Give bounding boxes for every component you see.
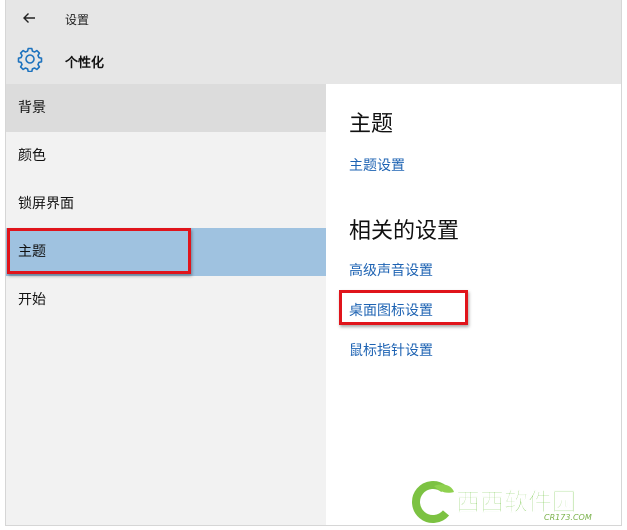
sidebar-item-label: 锁屏界面 — [18, 196, 74, 212]
watermark-text: 西西软件园 — [456, 488, 576, 516]
settings-window: 设置 个性化 背景 颜色 锁屏界面 主题 开始 主题 主题设置 相关的设置 高级… — [5, 0, 622, 526]
sidebar-item-background[interactable]: 背景 — [6, 84, 326, 132]
back-button[interactable] — [16, 6, 46, 30]
theme-settings-link[interactable]: 主题设置 — [349, 155, 405, 175]
sidebar-item-start[interactable]: 开始 — [6, 276, 326, 324]
sidebar-item-lock-screen[interactable]: 锁屏界面 — [6, 180, 326, 228]
mouse-pointer-settings-link[interactable]: 鼠标指针设置 — [349, 340, 433, 360]
sidebar: 背景 颜色 锁屏界面 主题 开始 — [6, 84, 326, 525]
sidebar-item-label: 颜色 — [18, 148, 46, 164]
back-arrow-icon — [23, 13, 35, 23]
advanced-sound-settings-link[interactable]: 高级声音设置 — [349, 260, 433, 280]
sidebar-item-themes[interactable]: 主题 — [6, 228, 326, 276]
desktop-icon-settings-link[interactable]: 桌面图标设置 — [349, 300, 433, 320]
sidebar-item-label: 开始 — [18, 292, 46, 308]
app-title: 设置 — [65, 13, 90, 27]
theme-heading: 主题 — [349, 112, 394, 137]
related-settings-heading: 相关的设置 — [349, 219, 460, 244]
gear-icon — [17, 46, 43, 73]
page-title: 个性化 — [65, 56, 105, 71]
sidebar-item-colors[interactable]: 颜色 — [6, 132, 326, 180]
watermark-url: CR173.COM — [544, 513, 592, 522]
watermark-logo: 西西软件园 CR173.COM — [410, 478, 620, 524]
sidebar-item-label: 主题 — [18, 244, 46, 260]
title-bar: 设置 个性化 — [6, 0, 621, 84]
main-content: 主题 主题设置 相关的设置 高级声音设置 桌面图标设置 鼠标指针设置 — [326, 84, 621, 525]
sidebar-item-label: 背景 — [18, 100, 46, 116]
